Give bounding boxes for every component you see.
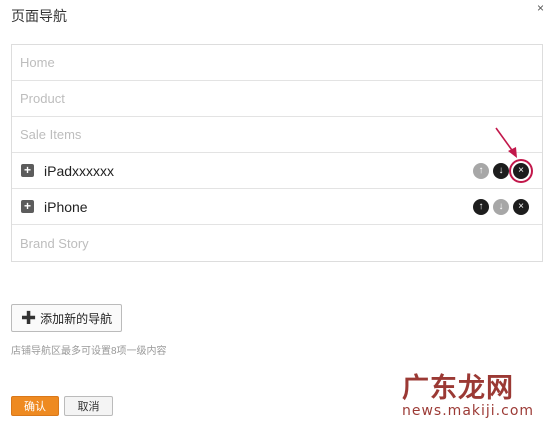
nav-item-label: Product xyxy=(20,91,65,106)
nav-item-label: Sale Items xyxy=(20,127,82,142)
confirm-button[interactable]: 确认 xyxy=(11,396,59,416)
limit-hint: 店铺导航区最多可设置8项一级内容 xyxy=(11,346,167,357)
move-up-icon[interactable]: ↑ xyxy=(473,199,489,215)
nav-item-product[interactable]: Product xyxy=(12,81,542,117)
nav-list: Home Product Sale Items + iPadxxxxxx ↑ ↓… xyxy=(11,44,543,262)
cancel-button[interactable]: 取消 xyxy=(64,396,113,416)
nav-item-home[interactable]: Home xyxy=(12,45,542,81)
nav-item-ipad[interactable]: + iPadxxxxxx ↑ ↓ × xyxy=(12,153,542,189)
nav-item-label: Brand Story xyxy=(20,235,89,251)
nav-item-sale-items[interactable]: Sale Items xyxy=(12,117,542,153)
nav-item-label: Home xyxy=(20,55,55,70)
add-navigation-button[interactable]: ✚ 添加新的导航 xyxy=(11,304,123,332)
dialog-title: 页面导航 xyxy=(11,8,67,24)
watermark: 广东龙网 news.makiji.com xyxy=(402,374,548,424)
move-down-icon[interactable]: ↓ xyxy=(493,163,509,179)
watermark-url: news.makiji.com xyxy=(402,403,535,419)
move-up-icon: ↑ xyxy=(473,163,489,179)
nav-item-label: iPadxxxxxx xyxy=(44,162,115,179)
nav-item-iphone[interactable]: + iPhone ↑ ↓ × xyxy=(12,189,542,225)
add-navigation-label: 添加新的导航 xyxy=(40,311,113,326)
nav-item-brand-story[interactable]: Brand Story xyxy=(12,225,542,261)
row-actions: ↑ ↓ × xyxy=(473,199,529,215)
expand-icon[interactable]: + xyxy=(21,164,34,177)
close-icon[interactable]: × xyxy=(537,1,544,15)
row-actions: ↑ ↓ × xyxy=(473,163,529,179)
delete-icon[interactable]: × xyxy=(513,163,529,179)
move-down-icon: ↓ xyxy=(493,199,509,215)
plus-icon: ✚ xyxy=(21,308,37,328)
nav-item-label: iPhone xyxy=(44,198,88,215)
expand-icon[interactable]: + xyxy=(21,200,34,213)
delete-icon[interactable]: × xyxy=(513,199,529,215)
watermark-logo-text: 广东龙网 xyxy=(402,373,514,404)
